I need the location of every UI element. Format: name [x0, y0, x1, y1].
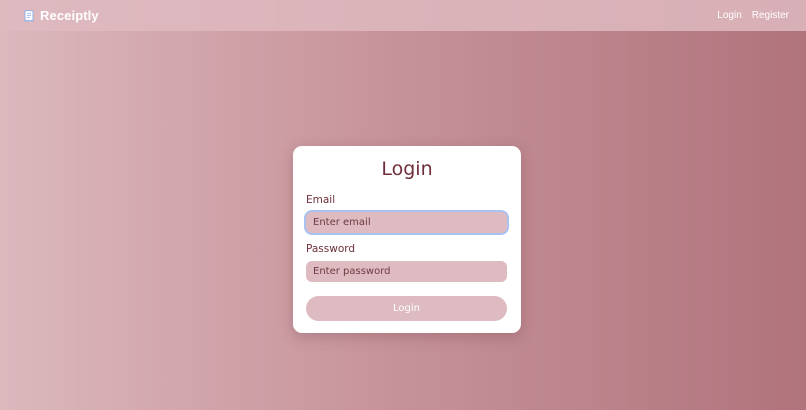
brand-name: Receiptly: [40, 8, 99, 23]
email-label: Email: [306, 194, 336, 206]
nav-link-register[interactable]: Register: [752, 10, 789, 21]
nav-links: Login Register: [717, 10, 789, 21]
receipt-icon: [24, 9, 34, 22]
password-label: Password: [306, 243, 356, 255]
login-card: Login Email Password Login: [293, 146, 521, 333]
nav-link-login[interactable]: Login: [717, 10, 741, 21]
password-input[interactable]: [306, 261, 507, 282]
brand[interactable]: Receiptly: [24, 8, 99, 23]
email-input[interactable]: [306, 212, 507, 233]
login-title: Login: [381, 158, 433, 180]
navbar: Receiptly Login Register: [0, 0, 806, 31]
login-button[interactable]: Login: [306, 296, 507, 321]
